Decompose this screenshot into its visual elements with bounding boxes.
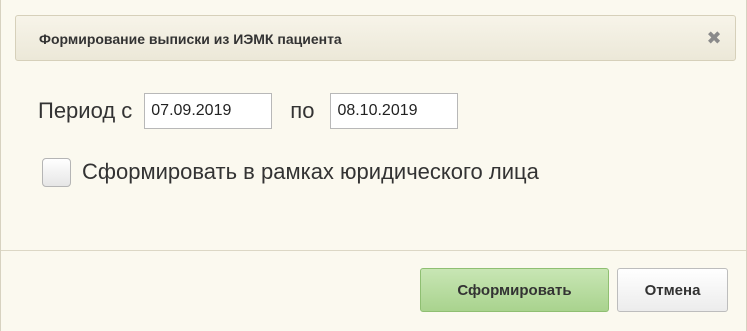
period-from-label: Период с	[38, 98, 133, 123]
legal-entity-label: Сформировать в рамках юридического лица	[82, 159, 539, 184]
extract-dialog: Формирование выписки из ИЭМК пациента ✖ …	[0, 0, 747, 331]
generate-button[interactable]: Сформировать	[420, 268, 609, 312]
date-to-input[interactable]	[330, 93, 459, 129]
dialog-title: Формирование выписки из ИЭМК пациента	[39, 31, 342, 47]
dialog-title-bar: Формирование выписки из ИЭМК пациента ✖	[15, 15, 736, 61]
period-row: Период с по	[38, 92, 459, 130]
cancel-button[interactable]: Отмена	[617, 268, 728, 312]
date-from-input[interactable]	[144, 93, 273, 129]
footer-divider	[1, 250, 746, 251]
period-to-label: по	[290, 98, 315, 123]
close-icon[interactable]: ✖	[701, 25, 727, 51]
legal-entity-checkbox[interactable]	[42, 157, 71, 187]
legal-entity-option[interactable]: Сформировать в рамках юридического лица	[42, 155, 539, 189]
